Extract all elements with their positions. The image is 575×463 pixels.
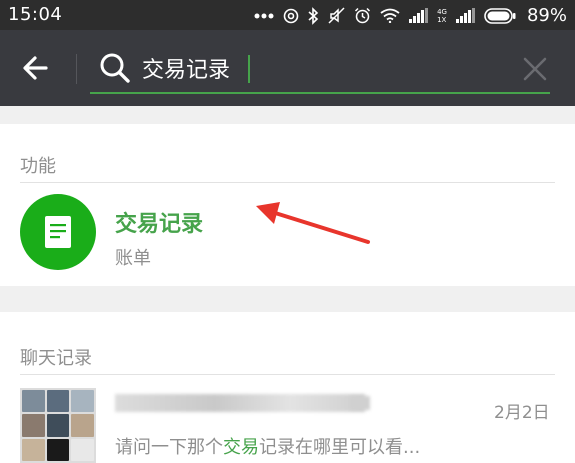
- network-1x-label: 1X: [437, 15, 447, 24]
- search-icon: [98, 51, 132, 85]
- search-box[interactable]: [90, 42, 550, 94]
- wifi-icon: [380, 8, 400, 23]
- blurred-chat-name: [350, 396, 370, 410]
- signal-icon: [409, 8, 429, 23]
- battery-percent: 89%: [526, 5, 567, 26]
- chat-preview: 请问一下那个交易记录在哪里可以看...: [115, 433, 420, 459]
- bluetooth-icon: [308, 6, 319, 25]
- network-4g-label: 4G: [437, 7, 447, 16]
- network-type: 4G 1X: [437, 8, 447, 24]
- wechat-ring-icon: [283, 8, 299, 24]
- document-icon: [45, 216, 71, 248]
- status-icons: 4G 1X 89%: [254, 5, 567, 26]
- more-dots-icon: [254, 13, 274, 19]
- preview-highlight: 交易: [223, 437, 259, 458]
- search-input[interactable]: [142, 52, 482, 84]
- mute-icon: [328, 7, 345, 24]
- chat-records-section: 聊天记录 2月2日 请问一下那个交易记录在哪里可以看...: [0, 312, 575, 463]
- preview-text: 请问一下那个: [115, 437, 223, 458]
- chat-date: 2月2日: [494, 403, 550, 423]
- section-divider: [20, 182, 555, 183]
- blurred-chat-name: [115, 394, 365, 412]
- alarm-icon: [354, 7, 371, 24]
- red-annotation-arrow: [250, 196, 380, 252]
- functions-section-title: 功能: [20, 156, 56, 177]
- function-title: 交易记录: [115, 212, 204, 237]
- battery-icon: [484, 7, 516, 24]
- header-divider: [76, 54, 77, 84]
- close-icon[interactable]: [522, 56, 548, 82]
- back-arrow-icon[interactable]: [16, 46, 60, 90]
- text-cursor: [248, 55, 250, 83]
- function-avatar: [20, 194, 96, 270]
- status-bar: 15:04 4G 1X 89%: [0, 0, 575, 30]
- function-subtitle: 账单: [115, 248, 151, 269]
- group-avatar: [20, 388, 96, 463]
- signal-icon: [455, 8, 475, 23]
- search-header: [0, 30, 575, 106]
- status-time: 15:04: [8, 4, 63, 25]
- chat-result-item[interactable]: 2月2日 请问一下那个交易记录在哪里可以看...: [0, 312, 575, 463]
- preview-text: 记录在哪里可以看...: [259, 437, 421, 458]
